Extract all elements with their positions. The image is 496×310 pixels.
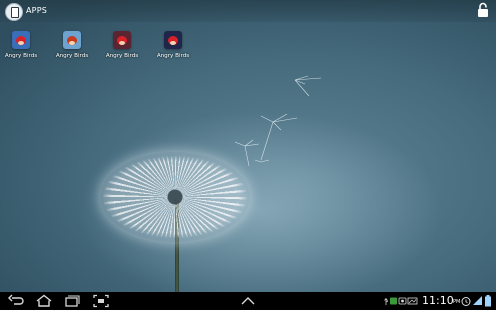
app-label: Angry Birds bbox=[105, 53, 139, 59]
recent-apps-icon[interactable] bbox=[62, 294, 82, 308]
battery-icon bbox=[485, 295, 491, 307]
alarm-icon[interactable] bbox=[460, 295, 472, 307]
app-shortcut-angry-birds-space[interactable]: Angry Birds bbox=[153, 31, 193, 65]
app-label: Angry Birds bbox=[4, 53, 38, 59]
angry-birds-rio-icon[interactable] bbox=[63, 31, 81, 49]
app-shortcut-angry-birds-rio[interactable]: Angry Birds bbox=[52, 31, 92, 65]
apps-icon[interactable] bbox=[5, 3, 23, 21]
angry-birds-space-icon[interactable] bbox=[164, 31, 182, 49]
floating-seeds bbox=[234, 75, 322, 167]
angry-birds-seasons-icon[interactable] bbox=[113, 31, 131, 49]
angry-birds-icon[interactable] bbox=[12, 31, 30, 49]
top-bar: APPS bbox=[0, 0, 496, 22]
clock-time[interactable]: 11:10 bbox=[422, 294, 454, 307]
screenshot-icon[interactable] bbox=[91, 294, 111, 308]
app-label: Angry Birds bbox=[156, 53, 190, 59]
app-shortcut-angry-birds-seasons[interactable]: Angry Birds bbox=[102, 31, 142, 65]
home-icon[interactable] bbox=[34, 294, 54, 308]
apps-label[interactable]: APPS bbox=[26, 6, 47, 15]
app-label: Angry Birds bbox=[55, 53, 89, 59]
wifi-icon bbox=[473, 296, 482, 305]
lock-icon[interactable] bbox=[476, 2, 490, 18]
chevron-up-icon[interactable] bbox=[238, 294, 258, 308]
notification-icons[interactable] bbox=[384, 296, 420, 306]
back-icon[interactable] bbox=[6, 294, 26, 308]
app-shortcut-angry-birds[interactable]: Angry Birds bbox=[1, 31, 41, 65]
